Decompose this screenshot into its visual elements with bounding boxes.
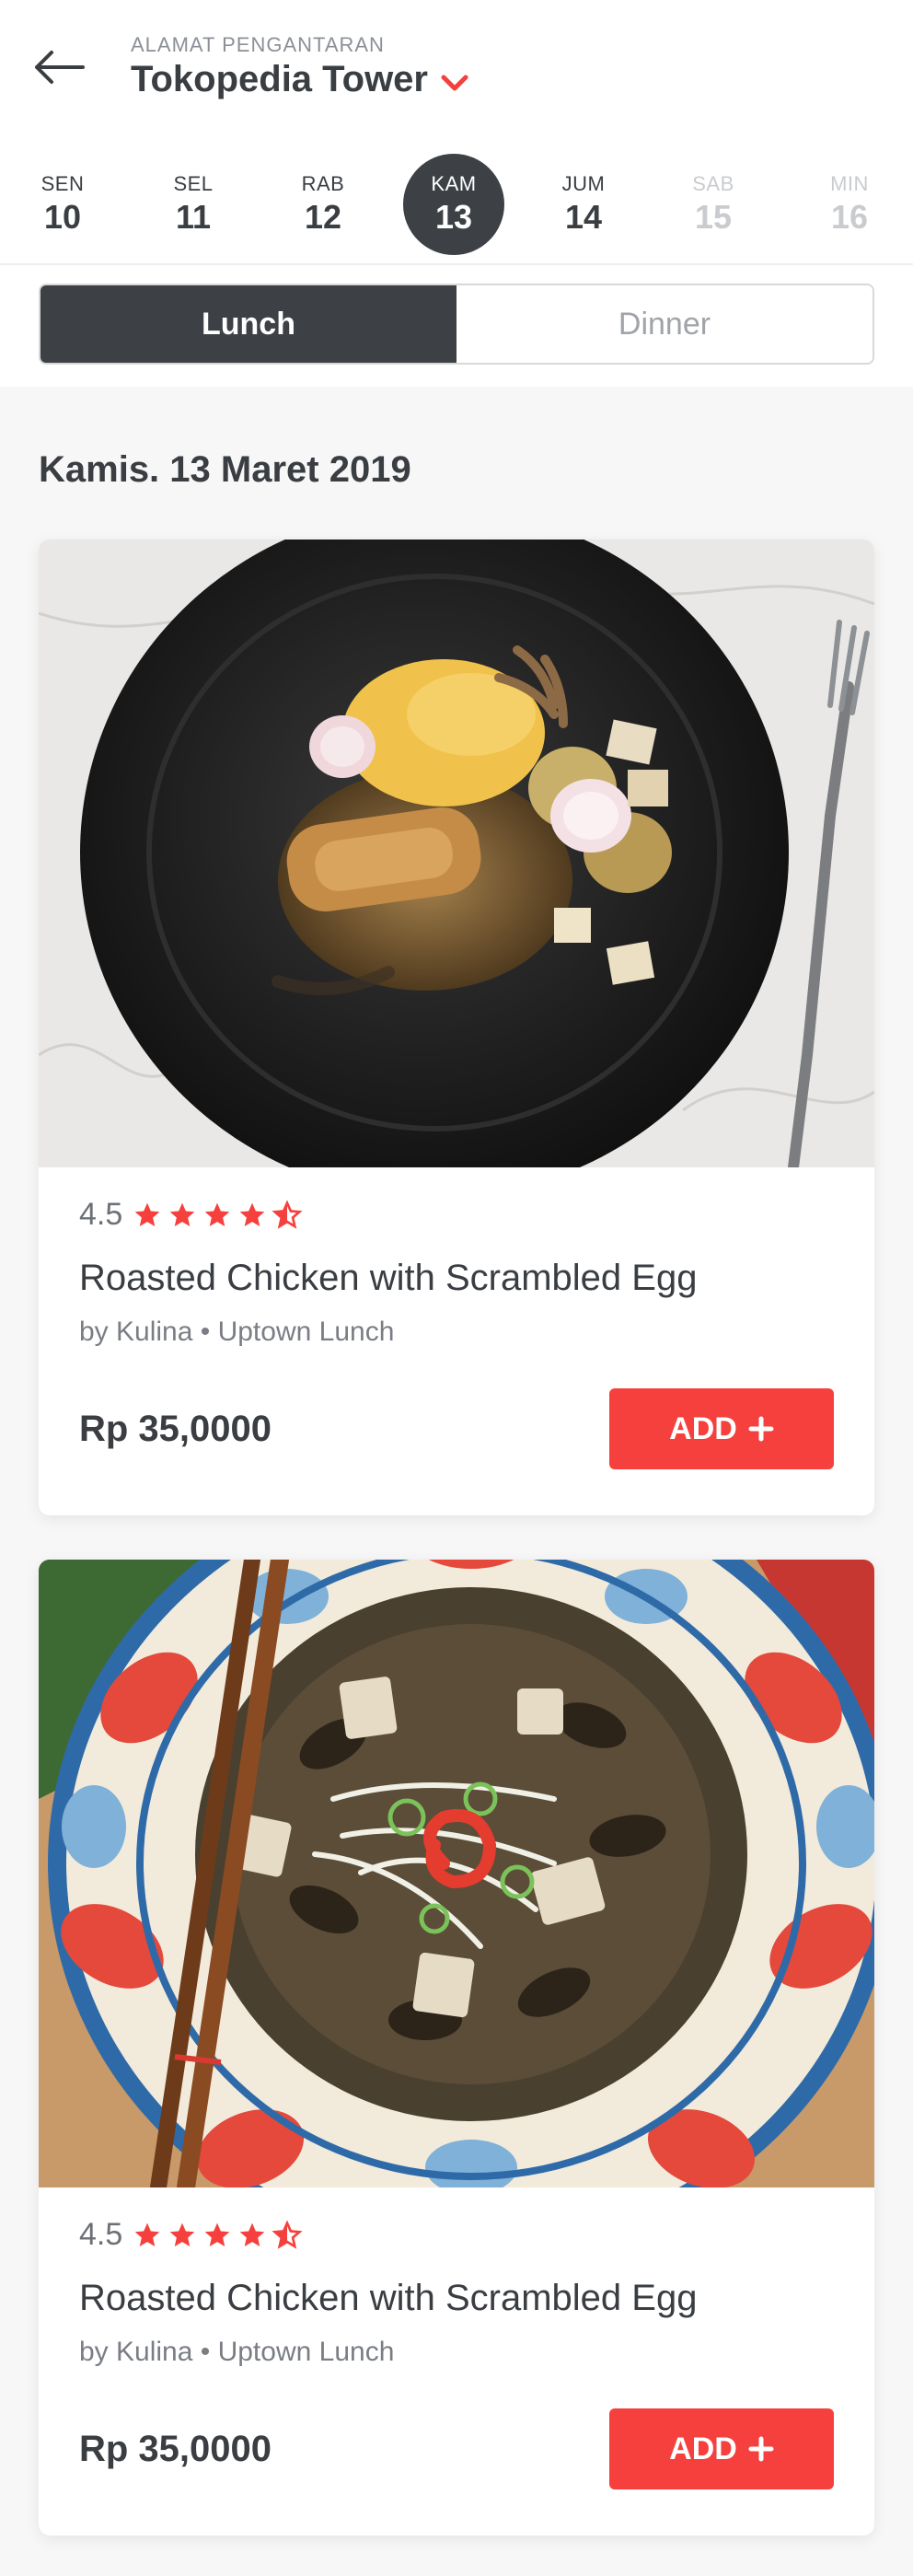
star-icon <box>204 2222 230 2246</box>
mushroom-rice-image <box>39 1560 874 2187</box>
day-item-sen[interactable]: SEN 10 <box>12 147 113 261</box>
roasted-chicken-image <box>39 540 874 1167</box>
star-icon <box>204 1202 230 1226</box>
star-icon <box>239 2222 265 2246</box>
menu-card[interactable]: 4.5 Roasted Chicken with Scrambled Egg b… <box>39 540 874 1515</box>
date-heading: Kamis. 13 Maret 2019 <box>39 449 411 490</box>
day-picker: SEN 10 SEL 11 RAB 12 KAM 13 JUM 14 SAB 1… <box>0 147 913 261</box>
header-divider <box>0 263 913 265</box>
add-label: ADD <box>669 1410 737 1446</box>
day-name: SAB <box>692 172 734 195</box>
day-item-rab[interactable]: RAB 12 <box>272 147 374 261</box>
menu-card[interactable]: 4.5 Roasted Chicken with Scrambled Egg b… <box>39 1560 874 2535</box>
tab-dinner[interactable]: Dinner <box>456 285 873 363</box>
meal-name: Roasted Chicken with Scrambled Egg <box>79 2278 698 2318</box>
add-button[interactable]: ADD <box>609 2408 834 2489</box>
rating: 4.5 <box>79 2217 303 2253</box>
day-item-sab[interactable]: SAB 15 <box>663 147 764 261</box>
card-body: 4.5 Roasted Chicken with Scrambled Egg b… <box>39 1167 874 1515</box>
day-date: 16 <box>830 198 869 236</box>
day-item-kam[interactable]: KAM 13 <box>403 147 504 261</box>
day-name: JUM <box>561 172 606 195</box>
meal-name: Roasted Chicken with Scrambled Egg <box>79 1258 698 1298</box>
star-icon <box>169 1202 195 1226</box>
back-button[interactable] <box>28 37 88 98</box>
day-name: RAB <box>301 172 345 195</box>
star-icon <box>134 1202 160 1226</box>
meal-price: Rp 35,0000 <box>79 2429 272 2469</box>
app-header: ALAMAT PENGANTARAN Tokopedia Tower SEN 1… <box>0 0 913 387</box>
day-date: 12 <box>304 198 342 236</box>
address-value: Tokopedia Tower <box>131 59 428 99</box>
day-date: 11 <box>175 198 212 236</box>
star-rating <box>132 2220 303 2250</box>
rating-value: 4.5 <box>79 1197 123 1232</box>
day-item-sel[interactable]: SEL 11 <box>143 147 244 261</box>
day-name: KAM <box>431 172 477 195</box>
star-rating <box>132 1200 303 1230</box>
card-body: 4.5 Roasted Chicken with Scrambled Egg b… <box>39 2187 874 2535</box>
day-date: 14 <box>564 198 603 236</box>
day-date: 13 <box>434 198 473 236</box>
plus-icon <box>748 2436 774 2462</box>
plus-icon <box>748 1416 774 1442</box>
day-name: SEN <box>40 172 85 195</box>
star-icon <box>239 1202 265 1226</box>
day-name: SEL <box>173 172 214 195</box>
chevron-down-icon <box>441 75 468 90</box>
day-item-min[interactable]: MIN 16 <box>799 147 900 261</box>
arrow-left-icon <box>35 51 85 84</box>
rating: 4.5 <box>79 1197 303 1233</box>
address-label: ALAMAT PENGANTARAN <box>131 33 385 56</box>
vendor-name: by Kulina • Uptown Lunch <box>79 2337 395 2367</box>
star-half-icon <box>272 1200 303 1229</box>
day-name: MIN <box>830 172 869 195</box>
add-button[interactable]: ADD <box>609 1388 834 1469</box>
add-label: ADD <box>669 2431 737 2466</box>
meal-price: Rp 35,0000 <box>79 1409 272 1449</box>
star-icon <box>134 2222 160 2246</box>
day-date: 10 <box>43 198 82 236</box>
star-icon <box>169 2222 195 2246</box>
day-item-jum[interactable]: JUM 14 <box>533 147 634 261</box>
vendor-name: by Kulina • Uptown Lunch <box>79 1317 395 1347</box>
meal-tabs: Lunch Dinner <box>39 284 874 365</box>
star-half-icon <box>272 2220 303 2249</box>
rating-value: 4.5 <box>79 2217 123 2252</box>
tab-lunch[interactable]: Lunch <box>40 285 456 363</box>
day-date: 15 <box>694 198 733 236</box>
address-selector[interactable]: Tokopedia Tower <box>131 59 468 100</box>
